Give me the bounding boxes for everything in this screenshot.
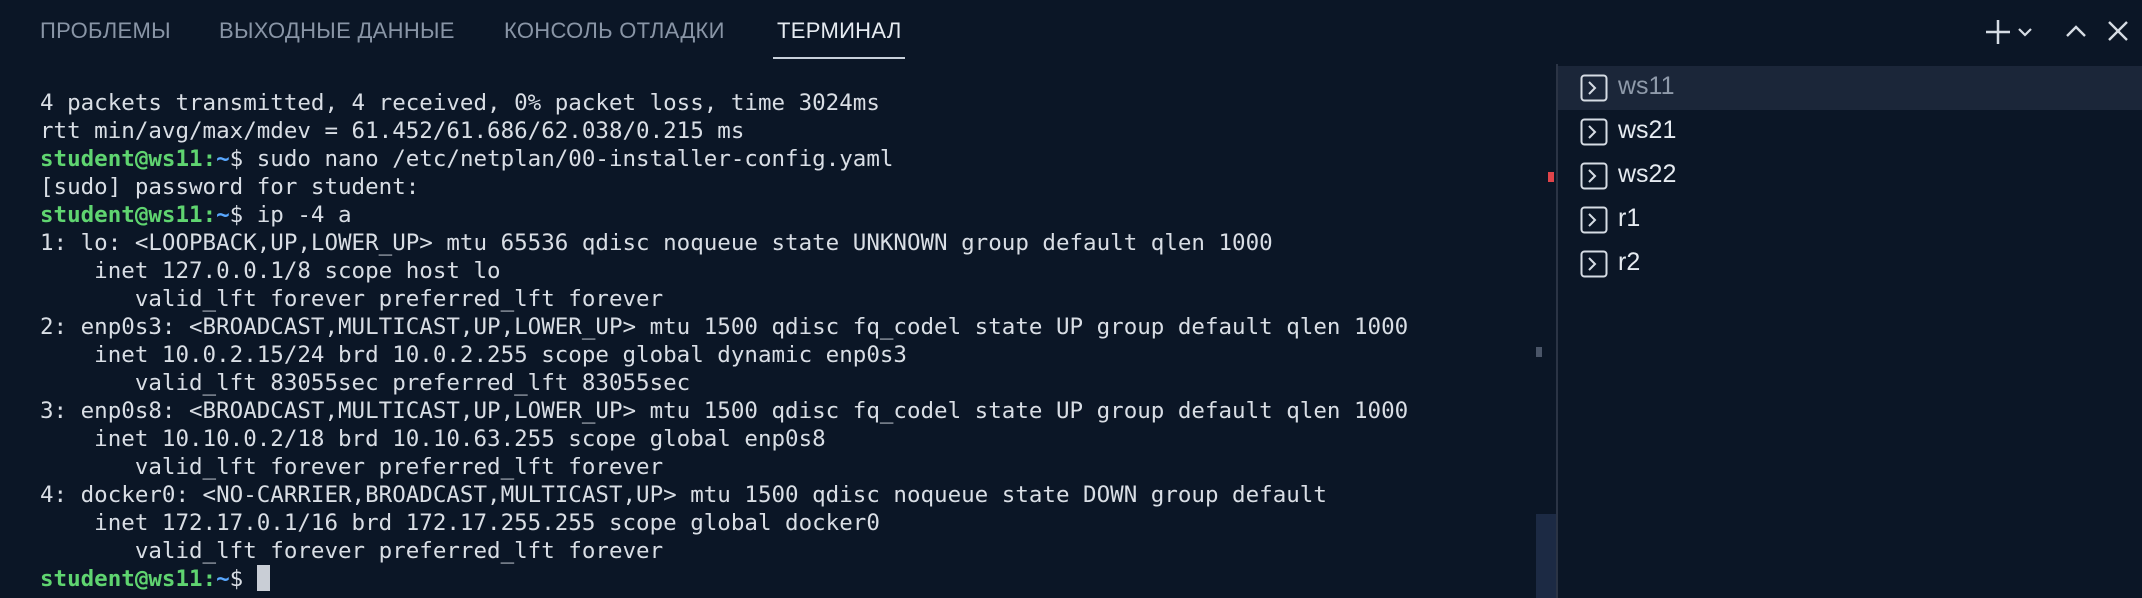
output-text: 2: enp0s3: <BROADCAST,MULTICAST,UP,LOWER… [40,314,1409,340]
terminal-output-line: [sudo] password for student: [40,173,1408,201]
output-text: rtt min/avg/max/mdev = 61.452/61.686/62.… [40,118,745,144]
error-marker [1548,172,1554,182]
terminal-icon [1580,162,1608,190]
terminal-instance-r2[interactable]: r2 [1558,242,2142,286]
output-text: inet 172.17.0.1/16 brd 172.17.255.255 sc… [40,510,880,536]
terminal-instance-r1[interactable]: r1 [1558,198,2142,242]
terminal-output[interactable]: 4 packets transmitted, 4 received, 0% pa… [0,64,1536,598]
prompt-separator: : [202,566,217,592]
prompt-separator: : [202,146,217,172]
output-text: 3: enp0s8: <BROADCAST,MULTICAST,UP,LOWER… [40,398,1409,424]
tab-problems[interactable]: ПРОБЛЕМЫ [40,18,171,48]
terminal-instance-ws21[interactable]: ws21 [1558,110,2142,154]
close-panel-button[interactable] [2098,14,2138,50]
prompt-command: ip -4 a [256,202,352,228]
terminal-tabs-list: ws11 ws21 ws22 r1 r2 [1558,66,2142,598]
terminal-output-line: inet 10.10.0.2/18 brd 10.10.63.255 scope… [40,425,1408,453]
output-text: valid_lft 83055sec preferred_lft 83055se… [40,370,691,396]
output-text: 4 packets transmitted, 4 received, 0% pa… [40,90,880,116]
terminal-icon [1580,74,1608,102]
prompt-command: sudo nano /etc/netplan/00-installer-conf… [256,146,894,172]
prompt-path: ~ [216,566,230,592]
prompt-path: ~ [216,146,230,172]
tab-terminal[interactable]: ТЕРМИНАЛ [777,18,902,48]
terminal-lines: 4 packets transmitted, 4 received, 0% pa… [40,89,1408,593]
prompt-symbol: $ [229,146,244,172]
terminal-output-line: inet 127.0.0.1/8 scope host lo [40,257,1408,285]
terminal-output-line: valid_lft forever preferred_lft forever [40,285,1408,313]
terminal-output-line: 4 packets transmitted, 4 received, 0% pa… [40,89,1408,117]
terminal-instance-label: r2 [1618,248,1641,276]
terminal-output-line: 4: docker0: <NO-CARRIER,BROADCAST,MULTIC… [40,481,1408,509]
output-text: valid_lft forever preferred_lft forever [40,538,664,564]
terminal-instance-ws11[interactable]: ws11 [1558,66,2142,110]
output-text: inet 10.0.2.15/24 brd 10.0.2.255 scope g… [40,342,907,368]
scroll-position-marker [1536,347,1542,357]
output-text: inet 127.0.0.1/8 scope host lo [40,258,501,284]
tab-debug-console[interactable]: КОНСОЛЬ ОТЛАДКИ [504,18,725,48]
terminal-icon [1580,250,1608,278]
prompt-user-host: student@ws11 [40,566,203,592]
terminal-instance-label: r1 [1618,204,1641,232]
output-text: [sudo] password for student: [40,174,420,200]
terminal-output-line: 2: enp0s3: <BROADCAST,MULTICAST,UP,LOWER… [40,313,1408,341]
terminal-output-line: valid_lft 83055sec preferred_lft 83055se… [40,369,1408,397]
chevron-up-icon [2066,25,2086,37]
prompt-path: ~ [216,202,230,228]
terminal-dropdown-button[interactable] [2010,14,2040,50]
terminal-output-line: 1: lo: <LOOPBACK,UP,LOWER_UP> mtu 65536 … [40,229,1408,257]
terminal-output-line: valid_lft forever preferred_lft forever [40,453,1408,481]
terminal-instance-ws22[interactable]: ws22 [1558,154,2142,198]
active-tab-indicator [773,57,905,59]
terminal-prompt-line: student@ws11:~$ [40,565,1408,593]
terminal-instance-label: ws11 [1618,72,1675,100]
terminal-prompt-line: student@ws11:~$ ip -4 a [40,201,1408,229]
close-icon [2108,21,2128,41]
terminal-icon [1580,206,1608,234]
panel-tabbar: ПРОБЛЕМЫ ВЫХОДНЫЕ ДАННЫЕ КОНСОЛЬ ОТЛАДКИ… [0,0,2142,64]
terminal-instance-label: ws22 [1618,160,1677,188]
output-text: 4: docker0: <NO-CARRIER,BROADCAST,MULTIC… [40,482,1327,508]
terminal-output-line: rtt min/avg/max/mdev = 61.452/61.686/62.… [40,117,1408,145]
terminal-output-line: inet 10.0.2.15/24 brd 10.0.2.255 scope g… [40,341,1408,369]
output-text: inet 10.10.0.2/18 brd 10.10.63.255 scope… [40,426,826,452]
terminal-cursor [256,565,270,591]
chevron-down-icon [2018,28,2032,37]
terminal-icon [1580,118,1608,146]
tab-output[interactable]: ВЫХОДНЫЕ ДАННЫЕ [219,18,455,48]
output-text: valid_lft forever preferred_lft forever [40,286,664,312]
prompt-symbol: $ [229,566,244,592]
prompt-symbol: $ [229,202,244,228]
prompt-user-host: student@ws11 [40,146,203,172]
maximize-panel-button[interactable] [2056,14,2096,50]
output-text: valid_lft forever preferred_lft forever [40,454,664,480]
terminal-prompt-line: student@ws11:~$ sudo nano /etc/netplan/0… [40,145,1408,173]
scrollbar-thumb[interactable] [1536,514,1556,598]
output-text: 1: lo: <LOOPBACK,UP,LOWER_UP> mtu 65536 … [40,230,1273,256]
prompt-separator: : [202,202,217,228]
terminal-output-line: 3: enp0s8: <BROADCAST,MULTICAST,UP,LOWER… [40,397,1408,425]
terminal-output-line: inet 172.17.0.1/16 brd 172.17.255.255 sc… [40,509,1408,537]
terminal-instance-label: ws21 [1618,116,1677,144]
terminal-output-line: valid_lft forever preferred_lft forever [40,537,1408,565]
prompt-user-host: student@ws11 [40,202,203,228]
